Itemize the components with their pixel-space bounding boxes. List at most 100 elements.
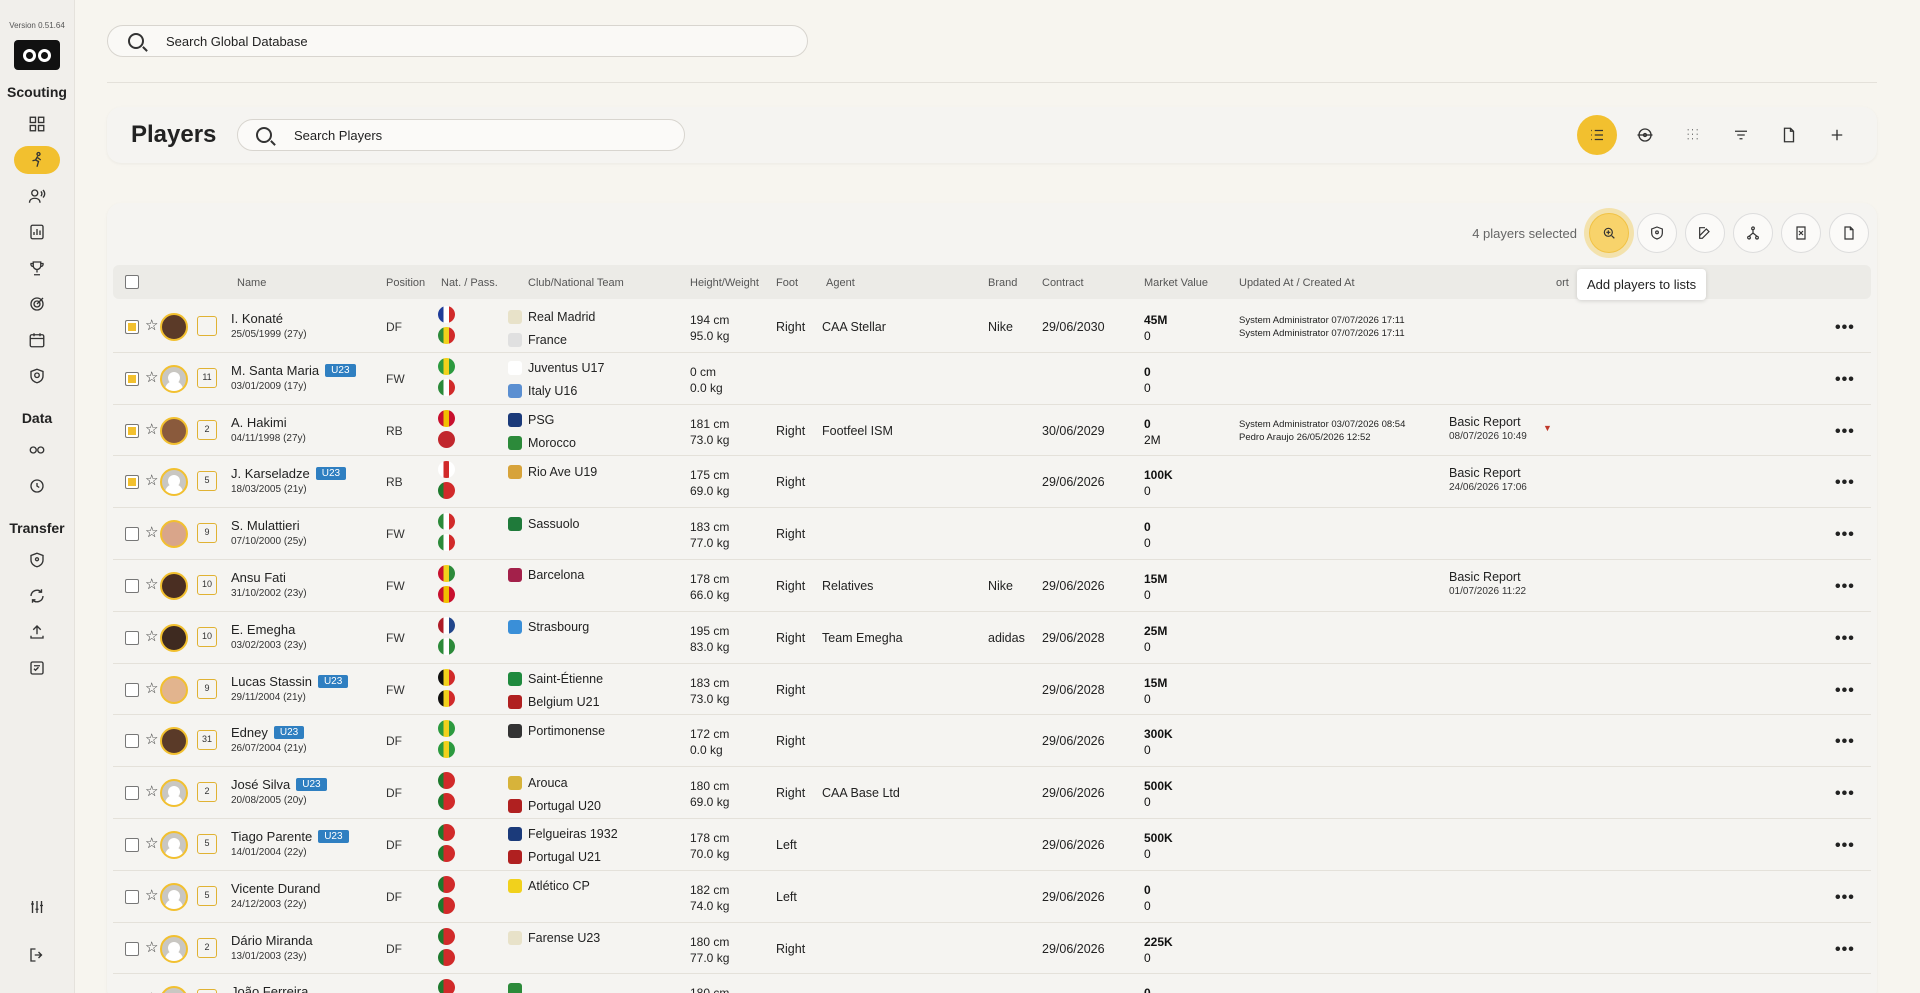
star-icon[interactable]: ☆ <box>145 834 158 852</box>
club-item[interactable]: Farense U23 <box>508 929 600 948</box>
row-checkbox[interactable] <box>125 786 139 801</box>
col-brand[interactable]: Brand <box>988 277 1017 289</box>
player-name[interactable]: M. Santa Maria <box>231 363 319 378</box>
player-name-cell[interactable]: A. Hakimi 04/11/1998 (27y) <box>231 415 306 444</box>
sidebar-item-settings[interactable] <box>14 893 60 921</box>
row-checkbox[interactable] <box>125 941 139 956</box>
star-icon[interactable]: ☆ <box>145 575 158 593</box>
sidebar-item-checklist[interactable] <box>14 654 60 682</box>
club-item[interactable]: Sassuolo <box>508 514 579 533</box>
player-name-cell[interactable]: Lucas Stassin U23 29/11/2004 (21y) <box>231 674 349 703</box>
sidebar-item-upload[interactable] <box>14 618 60 646</box>
table-row[interactable]: ☆ 11 M. Santa Maria U23 03/01/2009 (17y) FW Ju… <box>113 353 1871 405</box>
sidebar-item-competitions[interactable] <box>14 254 60 282</box>
player-name-cell[interactable]: José Silva U23 20/08/2005 (20y) <box>231 777 327 806</box>
sidebar-item-players[interactable] <box>14 146 60 174</box>
player-name[interactable]: Ansu Fati <box>231 570 286 585</box>
table-row[interactable]: ☆ 2 Dário Miranda 13/01/2003 (23y) DF Farense… <box>113 923 1871 975</box>
star-icon[interactable]: ☆ <box>145 368 158 386</box>
row-checkbox[interactable] <box>125 889 139 904</box>
col-contract[interactable]: Contract <box>1042 277 1084 289</box>
edit-button[interactable] <box>1685 213 1725 253</box>
more-options-icon[interactable]: ••• <box>1835 837 1855 855</box>
table-row[interactable]: ☆ 9 S. Mulattieri 07/10/2000 (25y) FW Sassuol… <box>113 508 1871 560</box>
table-row[interactable]: ☆ I. Konaté 25/05/1999 (27y) DF Real Madrid F… <box>113 301 1871 353</box>
add-to-club-button[interactable] <box>1637 213 1677 253</box>
more-options-icon[interactable]: ••• <box>1835 682 1855 700</box>
col-foot[interactable]: Foot <box>776 277 798 289</box>
col-name[interactable]: Name <box>237 277 266 289</box>
more-options-icon[interactable]: ••• <box>1835 785 1855 803</box>
row-checkbox[interactable] <box>125 578 139 593</box>
club-item[interactable]: Rio Ave U19 <box>508 462 597 481</box>
more-options-icon[interactable]: ••• <box>1835 578 1855 596</box>
star-icon[interactable]: ☆ <box>145 679 158 697</box>
report[interactable]: Basic Report 08/07/2026 10:49 ▼ <box>1449 415 1552 442</box>
star-icon[interactable]: ☆ <box>145 989 158 993</box>
player-name[interactable]: S. Mulattieri <box>231 518 300 533</box>
report-title[interactable]: Basic Report <box>1449 466 1527 480</box>
player-name[interactable]: E. Emegha <box>231 622 295 637</box>
row-checkbox[interactable] <box>125 371 139 386</box>
player-name[interactable]: José Silva <box>231 777 290 792</box>
col-height-weight[interactable]: Height/Weight <box>690 277 759 289</box>
player-name[interactable]: A. Hakimi <box>231 415 287 430</box>
row-checkbox[interactable] <box>125 423 139 438</box>
export-button[interactable] <box>1769 115 1809 155</box>
club-item[interactable]: Atlético CP <box>508 877 590 896</box>
star-icon[interactable]: ☆ <box>145 471 158 489</box>
more-options-icon[interactable]: ••• <box>1835 474 1855 492</box>
player-name-cell[interactable]: M. Santa Maria U23 03/01/2009 (17y) <box>231 363 356 392</box>
player-name[interactable]: Tiago Parente <box>231 829 312 844</box>
export-selected-button[interactable] <box>1829 213 1869 253</box>
more-options-icon[interactable]: ••• <box>1835 423 1855 441</box>
player-name-cell[interactable]: Dário Miranda 13/01/2003 (23y) <box>231 933 313 962</box>
player-name[interactable]: Lucas Stassin <box>231 674 312 689</box>
sidebar-item-data[interactable] <box>14 436 60 464</box>
table-row[interactable]: ☆ 5 Vicente Durand 24/12/2003 (22y) DF Atléti… <box>113 871 1871 923</box>
more-options-icon[interactable]: ••• <box>1835 319 1855 337</box>
report[interactable]: Basic Report 24/06/2026 17:06 <box>1449 466 1527 493</box>
sidebar-item-scouts[interactable] <box>14 182 60 210</box>
filter-button[interactable] <box>1721 115 1761 155</box>
star-icon[interactable]: ☆ <box>145 627 158 645</box>
add-player-button[interactable] <box>1817 115 1857 155</box>
player-name-cell[interactable]: Ansu Fati 31/10/2002 (23y) <box>231 570 307 599</box>
more-options-icon[interactable]: ••• <box>1835 371 1855 389</box>
table-row[interactable]: ☆ 5 Tiago Parente U23 14/01/2004 (22y) DF Felg… <box>113 819 1871 871</box>
player-name-cell[interactable]: Tiago Parente U23 14/01/2004 (22y) <box>231 829 349 858</box>
table-row[interactable]: ☆ 10 E. Emegha 03/02/2003 (23y) FW Strasbourg… <box>113 612 1871 664</box>
table-row[interactable]: ☆ 5 J. Karseladze U23 18/03/2005 (21y) RB Rio … <box>113 456 1871 509</box>
report[interactable]: Basic Report 01/07/2026 11:22 <box>1449 570 1526 597</box>
col-updated[interactable]: Updated At / Created At <box>1239 277 1355 289</box>
report-title[interactable]: Basic Report <box>1449 570 1526 584</box>
table-row[interactable]: ☆ 2 José Silva U23 20/08/2005 (20y) DF Arouca P… <box>113 767 1871 819</box>
sidebar-item-targets[interactable] <box>14 290 60 318</box>
sidebar-item-history[interactable] <box>14 472 60 500</box>
global-search-bar[interactable] <box>107 25 808 57</box>
star-icon[interactable]: ☆ <box>145 316 158 334</box>
row-checkbox[interactable] <box>125 527 139 542</box>
select-all-checkbox[interactable] <box>125 275 139 289</box>
table-row[interactable]: ☆ 2 A. Hakimi 04/11/1998 (27y) RB PSG Morocco 1… <box>113 405 1871 457</box>
pitch-view-button[interactable] <box>1625 115 1665 155</box>
club-item[interactable]: France <box>508 330 595 349</box>
more-options-icon[interactable]: ••• <box>1835 526 1855 544</box>
col-report[interactable]: ort <box>1556 277 1569 289</box>
club-item[interactable]: Real Madrid <box>508 307 595 326</box>
sidebar-item-calendar[interactable] <box>14 326 60 354</box>
delete-button[interactable] <box>1781 213 1821 253</box>
col-market-value[interactable]: Market Value <box>1144 277 1208 289</box>
player-name[interactable]: Vicente Durand <box>231 881 320 896</box>
club-item[interactable]: Strasbourg <box>508 618 589 637</box>
star-icon[interactable]: ☆ <box>145 938 158 956</box>
row-checkbox[interactable] <box>125 837 139 852</box>
table-row[interactable]: ☆ 9 Lucas Stassin U23 29/11/2004 (21y) FW Sain… <box>113 664 1871 716</box>
club-item[interactable]: Saint-Étienne <box>508 670 603 689</box>
player-name[interactable]: J. Karseladze <box>231 466 310 481</box>
player-name[interactable]: Dário Miranda <box>231 933 313 948</box>
star-icon[interactable]: ☆ <box>145 730 158 748</box>
star-icon[interactable]: ☆ <box>145 420 158 438</box>
player-name-cell[interactable]: E. Emegha 03/02/2003 (23y) <box>231 622 307 651</box>
sidebar-item-clubs[interactable] <box>14 362 60 390</box>
